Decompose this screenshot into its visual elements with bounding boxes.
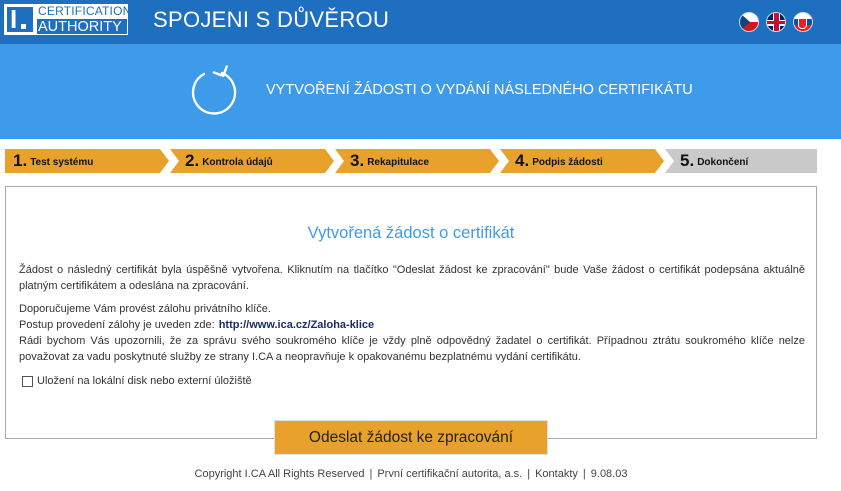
- step-label: 2. Kontrola údajů: [185, 149, 273, 173]
- ica-logo[interactable]: I CERTIFICATION AUTHORITY: [4, 4, 132, 35]
- step-title: Dokončení: [697, 157, 749, 168]
- footer-copyright: Copyright I.CA All Rights Reserved: [194, 468, 365, 480]
- step-number: 1.: [13, 151, 28, 170]
- step-number: 4.: [515, 151, 530, 170]
- site-title: SPOJENI S DŮVĚROU: [153, 7, 390, 32]
- cz-flag-icon[interactable]: [739, 12, 759, 32]
- step-label: 3. Rekapitulace: [350, 149, 429, 173]
- step-4: 4. Podpis žádosti: [500, 149, 664, 173]
- logo-certification-text: CERTIFICATION: [36, 4, 132, 19]
- private-key-warning: Rádi bychom Vás upozornili, že za správu…: [19, 335, 805, 363]
- refresh-icon: [191, 65, 237, 115]
- step-number: 3.: [350, 151, 365, 170]
- footer-contacts-link[interactable]: Kontakty: [535, 468, 578, 480]
- step-1: 1. Test systému: [5, 149, 169, 173]
- step-label: 4. Podpis žádosti: [515, 149, 603, 173]
- footer: Copyright I.CA All Rights Reserved | První…: [194, 468, 628, 480]
- step-title: Rekapitulace: [367, 157, 429, 168]
- step-3: 3. Rekapitulace: [335, 149, 499, 173]
- backup-recommendation: Doporučujeme Vám provést zálohu privátní…: [19, 303, 271, 315]
- step-label: 5. Dokončení: [680, 149, 748, 173]
- step-title: Kontrola údajů: [202, 157, 273, 168]
- panel-title: Vytvořená žádost o certifikát: [307, 224, 515, 242]
- progress-steps: 1. Test systému 2. Kontrola údajů 3. Rekapitu…: [5, 149, 817, 173]
- step-number: 5.: [680, 151, 695, 170]
- sk-flag-icon[interactable]: [793, 12, 813, 32]
- submit-request-button[interactable]: Odeslat žádost ke zpracování: [274, 420, 548, 455]
- step-2: 2. Kontrola údajů: [170, 149, 334, 173]
- result-panel: Vytvořená žádost o certifikát Žádost o n…: [5, 186, 817, 439]
- step-title: Test systému: [30, 157, 94, 168]
- step-title: Podpis žádosti: [532, 157, 603, 168]
- gb-flag-icon[interactable]: [766, 12, 786, 32]
- banner-title: VYTVOŘENÍ ŽÁDOSTI O VYDÁNÍ NÁSLEDNÉHO CE…: [266, 82, 693, 98]
- local-save-option[interactable]: Uložení na lokální disk nebo externí úlo…: [22, 375, 252, 387]
- step-label: 1. Test systému: [13, 149, 93, 173]
- success-message: Žádost o následný certifikát byla úspěšn…: [19, 264, 805, 292]
- step-5: 5. Dokončení: [665, 149, 817, 173]
- language-switcher: [739, 12, 813, 32]
- top-header: I CERTIFICATION AUTHORITY SPOJENI S DŮVĚ…: [0, 0, 841, 44]
- logo-i-mark: I: [4, 4, 36, 35]
- step-number: 2.: [185, 151, 200, 170]
- page-banner: VYTVOŘENÍ ŽÁDOSTI O VYDÁNÍ NÁSLEDNÉHO CE…: [0, 44, 841, 139]
- backup-instructions-text: Postup provedení zálohy je uveden zde:: [19, 319, 215, 331]
- footer-version: 9.08.03: [590, 468, 628, 480]
- logo-wordmark: CERTIFICATION AUTHORITY: [36, 4, 132, 35]
- backup-guide-link[interactable]: http://www.ica.cz/Zaloha-klice: [219, 319, 374, 331]
- footer-company-link[interactable]: První certifikační autorita, a.s.: [377, 468, 522, 480]
- backup-instructions: Postup provedení zálohy je uveden zde: ht…: [19, 317, 805, 333]
- local-save-checkbox[interactable]: [22, 375, 33, 387]
- logo-authority-text: AUTHORITY: [36, 19, 128, 35]
- local-save-label: Uložení na lokální disk nebo externí úlo…: [37, 375, 252, 387]
